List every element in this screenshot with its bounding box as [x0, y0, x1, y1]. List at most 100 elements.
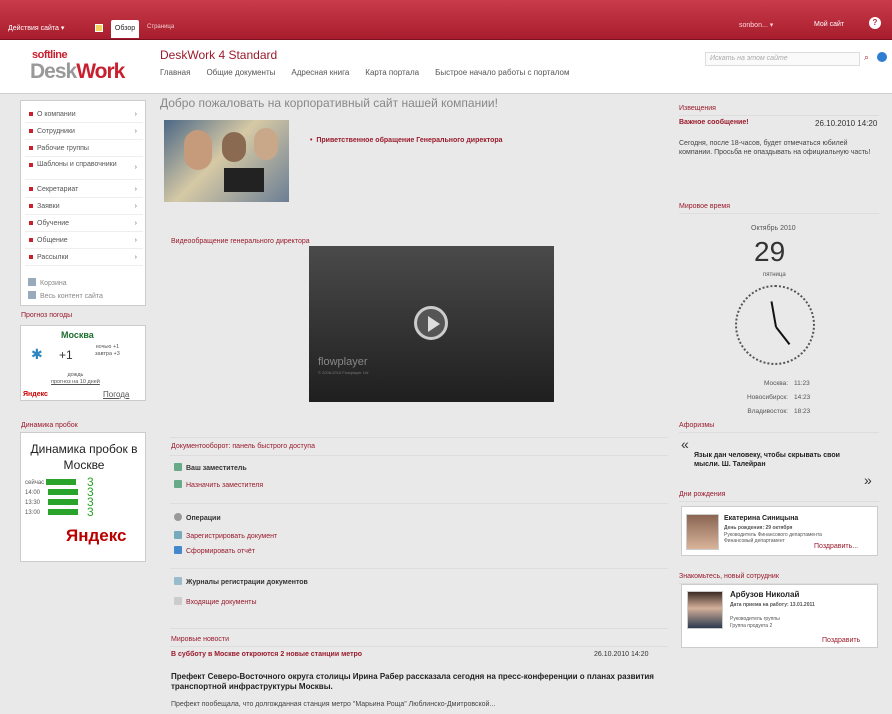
journal-icon: [174, 577, 182, 585]
nav-home[interactable]: Главная: [160, 68, 190, 77]
congratulate-button[interactable]: Поздравить: [822, 637, 860, 644]
traffic-row: 14:00 3: [25, 485, 94, 499]
lnav-item-requests[interactable]: Заявки ›: [25, 199, 143, 215]
navigate-up-icon[interactable]: [95, 24, 103, 32]
logo-deskwork[interactable]: DeskWork: [30, 60, 125, 84]
tz-time: 14:23: [794, 394, 811, 401]
lnav-item-secretariat[interactable]: Секретариат ›: [25, 182, 143, 198]
search-icon[interactable]: ⌕: [864, 52, 874, 62]
avatar: [687, 591, 723, 629]
birthday-card: Екатерина Синицына День рождения: 29 окт…: [681, 506, 878, 556]
chevron-right-icon: ›: [134, 186, 137, 193]
bullet-icon: [29, 255, 33, 259]
announcements-title: Извещения: [679, 105, 716, 112]
lnav-item-training[interactable]: Обучение ›: [25, 216, 143, 232]
yandex-logo[interactable]: Яндекс: [66, 526, 126, 546]
calendar-month: Октябрь 2010: [751, 225, 796, 232]
my-site-link[interactable]: Мой сайт: [814, 21, 844, 28]
chevron-right-icon: ›: [134, 203, 137, 210]
lnav-item-company[interactable]: О компании ›: [25, 107, 143, 123]
ceo-greeting-link[interactable]: • Приветственное обращение Генерального …: [310, 137, 503, 144]
bullet-icon: [29, 221, 33, 225]
help-icon[interactable]: ?: [869, 17, 881, 29]
yandex-logo[interactable]: Яндекс: [23, 391, 48, 398]
new-employee-name[interactable]: Арбузов Николай: [730, 590, 799, 599]
weather-temp: +1: [59, 348, 73, 362]
chevron-right-icon: ›: [134, 237, 137, 244]
quote-prev-icon[interactable]: «: [681, 436, 689, 452]
bullet-icon: [29, 187, 33, 191]
news-lead: Префект Северо-Восточного округа столицы…: [171, 672, 654, 691]
clock-hour-hand: [775, 326, 791, 345]
tab-page[interactable]: Страница: [147, 24, 174, 30]
nav-address-book[interactable]: Адресная книга: [291, 68, 349, 77]
ribbon: Действия сайта ▾ Обзор Страница sonbon..…: [0, 0, 892, 40]
incoming-documents-link[interactable]: Входящие документы: [174, 597, 256, 606]
tz-time: 11:23: [794, 380, 810, 387]
user-menu[interactable]: sonbon... ▾: [739, 21, 773, 29]
register-document-link[interactable]: Зарегистрировать документ: [174, 531, 277, 540]
congratulate-button[interactable]: Поздравить...: [814, 543, 858, 550]
new-employee-date: Дата приема на работу: 13.01.2011: [730, 602, 815, 608]
chevron-right-icon: ›: [134, 164, 137, 171]
chart-icon: [174, 546, 182, 554]
snowflake-icon: ✱: [31, 346, 43, 362]
top-navigation: Главная Общие документы Адресная книга К…: [160, 68, 570, 77]
birthday-name[interactable]: Екатерина Синицына: [724, 515, 798, 522]
divider: [679, 115, 879, 116]
lnav-item-templates[interactable]: Шаблоны и справочники ›: [25, 158, 143, 180]
left-navigation: О компании › Сотрудники › Рабочие группы Ш…: [20, 100, 146, 306]
divider: [170, 628, 668, 629]
lnav-item-mailings[interactable]: Рассылки ›: [25, 250, 143, 266]
aphorism-text: Язык дан человеку, чтобы скрывать свои м…: [694, 452, 840, 468]
news-body: Префект пообещала, что долгожданная стан…: [171, 701, 496, 708]
new-employee-card: Арбузов Николай Дата приема на работу: 1…: [681, 584, 878, 648]
recycle-bin-link[interactable]: Корзина: [28, 278, 67, 287]
lnav-item-employees[interactable]: Сотрудники ›: [25, 124, 143, 140]
lnav-item-communication[interactable]: Общение ›: [25, 233, 143, 249]
nav-quick-start[interactable]: Быстрое начало работы с порталом: [435, 68, 569, 77]
play-icon[interactable]: [414, 306, 448, 340]
chevron-right-icon: ›: [134, 111, 137, 118]
user-icon: [174, 480, 182, 488]
bullet-icon: [29, 112, 33, 116]
site-title[interactable]: DeskWork 4 Standard: [160, 48, 277, 62]
tz-time: 18:23: [794, 408, 811, 415]
new-employee-title: Знакомьтесь, новый сотрудник: [679, 573, 779, 580]
birthday-department: Финансовый департамент: [724, 538, 785, 544]
document-icon: [174, 597, 182, 605]
news-date: 26.10.2010 14:20: [594, 651, 649, 658]
assign-deputy-link[interactable]: Назначить заместителя: [174, 480, 263, 489]
divider: [170, 437, 668, 438]
birthdays-title: Дни рождения: [679, 491, 726, 498]
site-actions-menu[interactable]: Действия сайта ▾: [8, 24, 64, 32]
new-employee-group: Группа продукта 2: [730, 623, 773, 629]
tab-browse[interactable]: Обзор: [111, 20, 139, 38]
tz-city: Новосибирск:: [746, 394, 788, 401]
all-site-content-link[interactable]: Весь контент сайта: [28, 291, 103, 300]
gear-icon: [174, 513, 182, 521]
site-header: softline DeskWork DeskWork 4 Standard Гл…: [0, 40, 892, 94]
recycle-bin-icon: [28, 278, 36, 286]
weather-link[interactable]: Погода: [103, 390, 129, 399]
help-icon[interactable]: [877, 52, 887, 62]
operations-heading: Операции: [174, 513, 221, 522]
announcement-date: 26.10.2010 14:20: [815, 119, 878, 128]
announcement-body: Сегодня, после 18-часов, будет отмечатьс…: [679, 140, 871, 156]
news-headline[interactable]: В субботу в Москве откроются 2 новые ста…: [171, 651, 362, 658]
bullet-icon: [29, 204, 33, 208]
nav-shared-docs[interactable]: Общие документы: [206, 68, 275, 77]
quote-next-icon[interactable]: »: [864, 472, 872, 488]
nav-portal-map[interactable]: Карта портала: [365, 68, 419, 77]
analog-clock: [735, 285, 815, 365]
traffic-row: 13:30 3: [25, 495, 94, 509]
forecast-10-days-link[interactable]: прогноз на 10 дней: [51, 379, 100, 386]
search-input[interactable]: Искать на этом сайте: [705, 52, 860, 66]
divider: [679, 501, 879, 502]
bullet-icon: [29, 129, 33, 133]
announcement-headline[interactable]: Важное сообщение!: [679, 119, 749, 126]
bullet-icon: [29, 146, 33, 150]
create-report-link[interactable]: Сформировать отчёт: [174, 546, 255, 555]
avatar: [686, 514, 719, 550]
lnav-item-workgroups[interactable]: Рабочие группы: [25, 141, 143, 157]
